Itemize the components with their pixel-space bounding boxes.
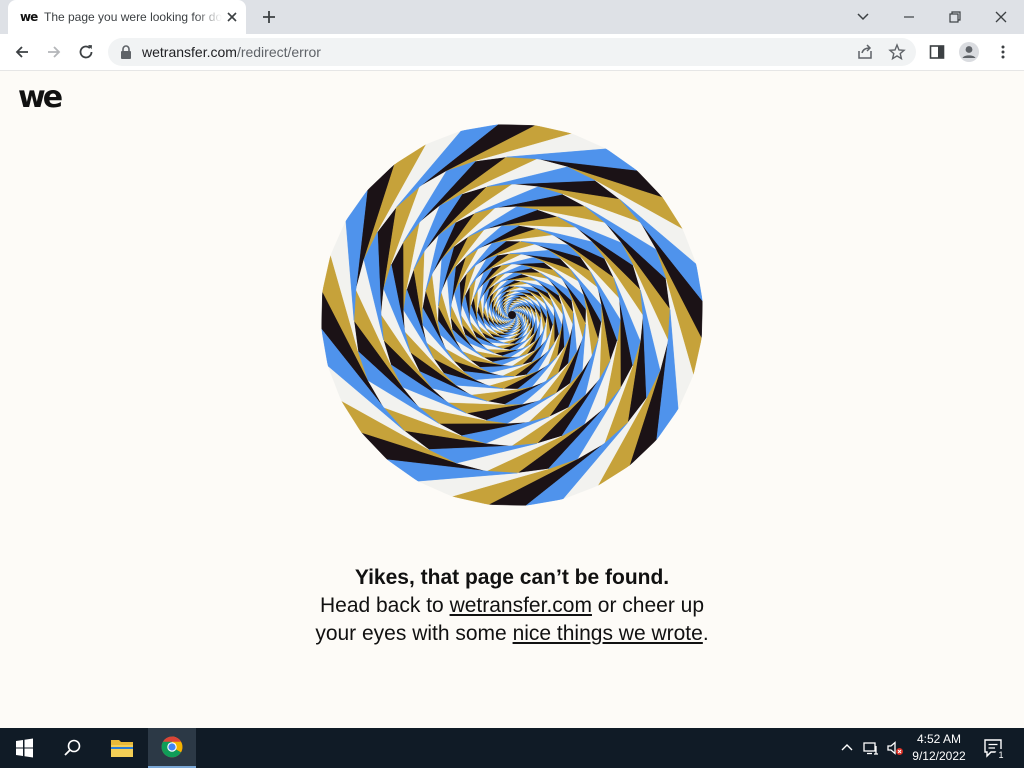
spiral-tiles [321, 124, 703, 506]
volume-muted-icon[interactable] [886, 739, 904, 757]
forward-icon[interactable] [44, 42, 64, 62]
tab-active[interactable]: we The page you were looking for doesn't… [8, 0, 246, 34]
url-text[interactable]: wetransfer.com/redirect/error [142, 44, 321, 60]
reload-icon[interactable] [76, 42, 96, 62]
network-icon[interactable] [862, 739, 880, 757]
bookmark-star-icon[interactable] [888, 43, 906, 61]
address-bar[interactable]: wetransfer.com/redirect/error [108, 38, 916, 66]
url-host: wetransfer.com [142, 44, 237, 60]
clock-date: 9/12/2022 [912, 749, 966, 763]
spiral-illusion-image [321, 124, 703, 506]
tab-title: The page you were looking for doesn't ex… [44, 10, 222, 24]
nice-things-link[interactable]: nice things we wrote [513, 622, 703, 645]
error-message: Yikes, that page can’t be found. Head ba… [312, 564, 712, 648]
wetransfer-home-link[interactable]: wetransfer.com [450, 594, 592, 617]
windows-taskbar: 4:52 AM 9/12/2022 1 [0, 728, 1024, 768]
windows-start-icon[interactable] [0, 728, 48, 768]
close-icon[interactable] [224, 9, 240, 25]
body-prefix: Head back to [319, 594, 450, 617]
taskbar-clock[interactable]: 4:52 AM 9/12/2022 [906, 731, 972, 765]
search-icon[interactable] [48, 728, 96, 768]
menu-dots-icon[interactable] [994, 43, 1012, 61]
error-body: Head back to wetransfer.com or cheer up … [312, 592, 712, 648]
browser-toolbar: wetransfer.com/redirect/error [0, 34, 1024, 71]
wetransfer-logo[interactable]: we [18, 83, 63, 113]
clock-time: 4:52 AM [916, 732, 962, 746]
close-window-icon[interactable] [990, 6, 1012, 28]
chrome-taskbar-icon[interactable] [148, 728, 196, 768]
error-headline: Yikes, that page can’t be found. [354, 566, 670, 589]
url-path: /redirect/error [236, 44, 321, 60]
notification-count-badge: 1 [995, 749, 1007, 761]
new-tab-icon[interactable] [260, 8, 278, 26]
share-icon[interactable] [856, 43, 874, 61]
file-explorer-icon[interactable] [98, 728, 146, 768]
profile-avatar-icon[interactable] [958, 41, 980, 63]
back-icon[interactable] [12, 42, 32, 62]
spiral-center [508, 311, 516, 319]
side-panel-icon[interactable] [928, 43, 946, 61]
minimize-icon[interactable] [898, 6, 920, 28]
page-content: we Yikes, that page can’t be found. Head… [0, 71, 1024, 728]
tab-search-icon[interactable] [852, 6, 874, 28]
tab-strip: we The page you were looking for doesn't… [0, 0, 1024, 34]
body-suffix: . [702, 622, 709, 645]
restore-icon[interactable] [944, 6, 966, 28]
tab-favicon: we [20, 10, 38, 24]
chevron-up-icon[interactable] [838, 739, 856, 757]
lock-icon[interactable] [120, 45, 132, 59]
